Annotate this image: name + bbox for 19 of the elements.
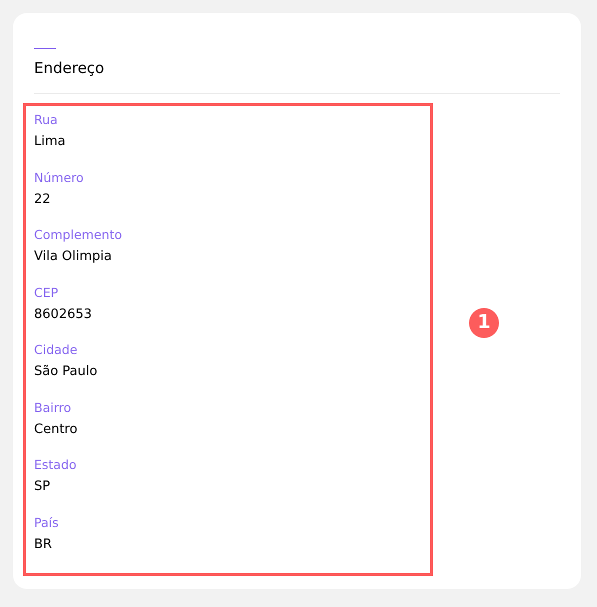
field-label: Estado [34, 456, 78, 474]
field-label: CEP [34, 284, 60, 302]
field-label: Rua [34, 111, 59, 129]
field-value: SP [34, 478, 52, 496]
field-value: São Paulo [34, 363, 98, 381]
field-value: Vila Olimpia [34, 248, 113, 266]
field-value: Centro [34, 420, 78, 438]
section-title: Endereço [34, 58, 106, 78]
field-value: BR [34, 536, 53, 554]
field-label: País [34, 514, 60, 532]
field-label: Complemento [34, 226, 123, 244]
field-value: Lima [34, 133, 66, 151]
accent-line [34, 48, 56, 49]
field-value: 22 [34, 190, 52, 208]
field-label: Bairro [34, 398, 72, 416]
field-value: 8602653 [34, 306, 93, 324]
number-badge: 1 [469, 308, 499, 338]
field-label: Cidade [34, 341, 78, 359]
field-label: Número [34, 168, 85, 186]
